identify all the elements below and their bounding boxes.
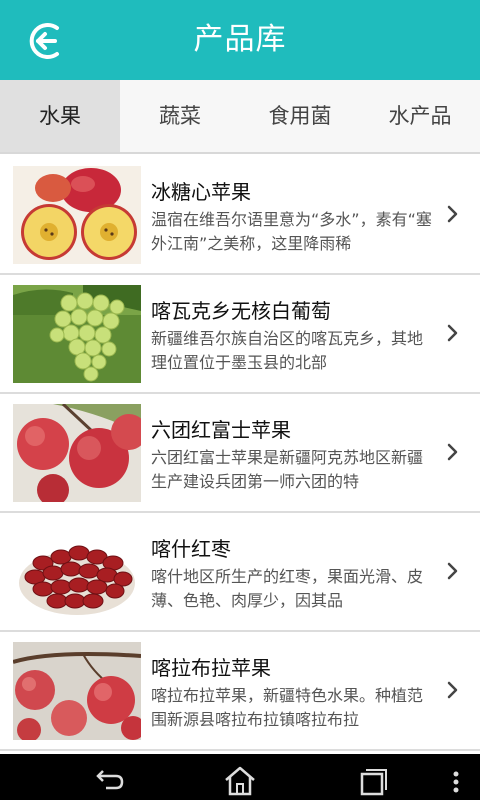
product-image-green-grapes bbox=[13, 285, 141, 383]
back-button[interactable] bbox=[26, 20, 68, 62]
item-title: 喀什红枣 bbox=[151, 537, 231, 561]
item-title: 六团红富士苹果 bbox=[151, 418, 291, 442]
product-image-apples-branch bbox=[13, 642, 141, 740]
chevron-right-icon bbox=[447, 562, 458, 580]
item-title: 冰糖心苹果 bbox=[151, 180, 251, 204]
product-list: 冰糖心苹果 温宿在维吾尔语里意为“多水”，素有“塞外江南”之美称，这里降雨稀 喀… bbox=[0, 156, 480, 754]
tab-mushrooms[interactable]: 食用菌 bbox=[240, 80, 360, 152]
chevron-right-icon bbox=[447, 681, 458, 699]
chevron-right-icon bbox=[447, 205, 458, 223]
back-arrow-circle-icon bbox=[29, 23, 59, 59]
system-nav-bar bbox=[0, 754, 480, 800]
nav-recents-button[interactable] bbox=[352, 760, 392, 796]
chevron-right-icon bbox=[447, 443, 458, 461]
page-title: 产品库 bbox=[193, 22, 287, 57]
product-image-red-dates-bowl bbox=[13, 523, 141, 621]
product-image-red-apples-tree bbox=[13, 404, 141, 502]
list-item[interactable]: 六团红富士苹果 六团红富士苹果是新疆阿克苏地区新疆生产建设兵团第一师六团的特 bbox=[0, 394, 480, 513]
list-item[interactable]: 冰糖心苹果 温宿在维吾尔语里意为“多水”，素有“塞外江南”之美称，这里降雨稀 bbox=[0, 156, 480, 275]
item-title: 喀拉布拉苹果 bbox=[151, 656, 271, 680]
category-tabs: 水果 蔬菜 食用菌 水产品 bbox=[0, 80, 480, 154]
nav-recents-icon bbox=[360, 769, 387, 796]
item-description: 新疆维吾尔族自治区的喀瓦克乡，其地理位置位于墨玉县的北部 bbox=[151, 329, 424, 372]
nav-back-button[interactable] bbox=[88, 760, 128, 796]
app-header: 产品库 bbox=[0, 0, 480, 80]
tab-vegetables[interactable]: 蔬菜 bbox=[120, 80, 240, 152]
tab-aquatic[interactable]: 水产品 bbox=[360, 80, 480, 152]
nav-back-icon bbox=[96, 770, 124, 790]
list-item[interactable]: 喀拉布拉苹果 喀拉布拉苹果，新疆特色水果。种植范围新源县喀拉布拉镇喀拉布拉 bbox=[0, 632, 480, 751]
item-description: 六团红富士苹果是新疆阿克苏地区新疆生产建设兵团第一师六团的特 bbox=[151, 448, 424, 491]
chevron-right-icon bbox=[447, 324, 458, 342]
nav-home-icon bbox=[225, 766, 255, 796]
overflow-menu-button[interactable] bbox=[446, 760, 466, 796]
product-image-apple-halves bbox=[13, 166, 141, 264]
item-description: 温宿在维吾尔语里意为“多水”，素有“塞外江南”之美称，这里降雨稀 bbox=[151, 210, 432, 253]
nav-home-button[interactable] bbox=[220, 760, 260, 796]
tab-fruit[interactable]: 水果 bbox=[0, 80, 120, 152]
overflow-menu-icon bbox=[453, 771, 459, 793]
item-title: 喀瓦克乡无核白葡萄 bbox=[151, 299, 331, 323]
item-description: 喀什地区所生产的红枣，果面光滑、皮薄、色艳、肉厚少，因其品 bbox=[151, 567, 424, 610]
list-item[interactable]: 喀什红枣 喀什地区所生产的红枣，果面光滑、皮薄、色艳、肉厚少，因其品 bbox=[0, 513, 480, 632]
item-description: 喀拉布拉苹果，新疆特色水果。种植范围新源县喀拉布拉镇喀拉布拉 bbox=[151, 686, 424, 729]
list-item[interactable]: 喀瓦克乡无核白葡萄 新疆维吾尔族自治区的喀瓦克乡，其地理位置位于墨玉县的北部 bbox=[0, 275, 480, 394]
